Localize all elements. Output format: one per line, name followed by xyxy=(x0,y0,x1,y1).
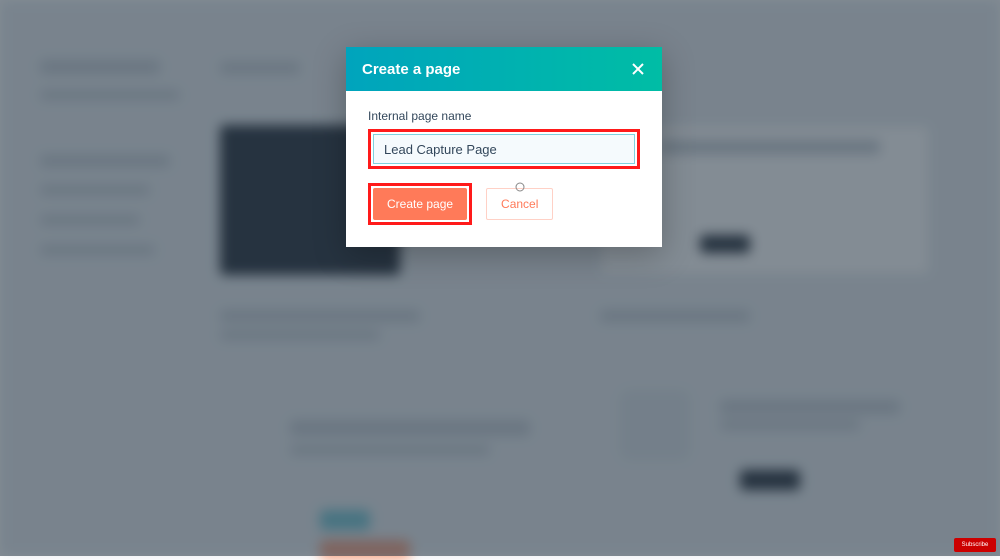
create-button-highlight: Create page xyxy=(368,183,472,225)
close-icon[interactable] xyxy=(630,61,646,77)
create-page-button[interactable]: Create page xyxy=(373,188,467,220)
modal-button-row: Create page Cancel xyxy=(368,183,640,225)
subscribe-label: Subscribe xyxy=(962,542,989,548)
page-name-input[interactable] xyxy=(373,134,635,164)
page-name-input-highlight xyxy=(368,129,640,169)
page-name-label: Internal page name xyxy=(368,109,640,123)
modal-body: Internal page name Create page Cancel xyxy=(346,91,662,247)
modal-header: Create a page xyxy=(346,47,662,91)
create-page-modal: Create a page Internal page name Create … xyxy=(346,47,662,247)
cursor-icon xyxy=(515,181,525,191)
cancel-button[interactable]: Cancel xyxy=(486,188,553,220)
subscribe-badge[interactable]: Subscribe xyxy=(954,538,996,552)
modal-title: Create a page xyxy=(362,61,460,78)
cancel-button-label: Cancel xyxy=(501,197,538,211)
